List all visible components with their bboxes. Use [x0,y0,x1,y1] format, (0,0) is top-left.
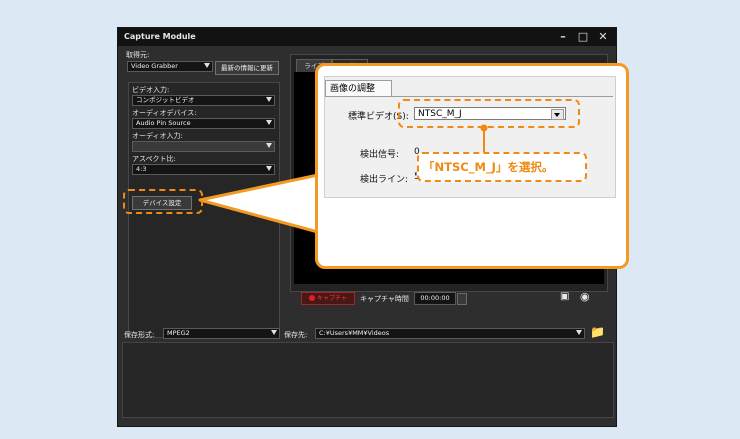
annotation-connector [480,124,488,152]
annotation-text: 「NTSC_M_J」を選択。 [423,160,554,174]
